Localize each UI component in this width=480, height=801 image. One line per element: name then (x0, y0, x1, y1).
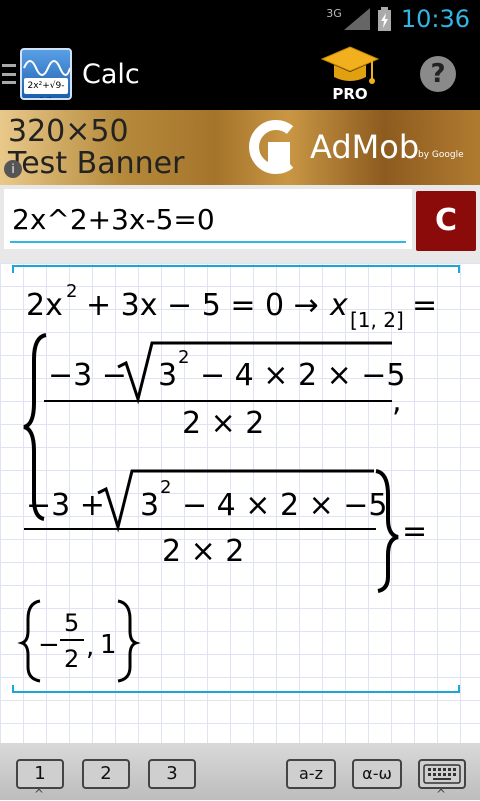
wave-icon (23, 60, 70, 76)
app-title: Calc (82, 58, 140, 90)
admob-logo-icon (249, 120, 294, 174)
answer-num: 5 (64, 609, 79, 637)
app-icon-formula: 2x²+√9-3/2 (24, 78, 68, 98)
system-keyboard-button[interactable] (418, 759, 466, 789)
keyboard-tab-2-label: 2 (100, 763, 112, 784)
keyboard-tab-1[interactable]: 1 (16, 759, 64, 789)
result-bracket-bottom (12, 685, 460, 693)
root1-sep: , (392, 384, 402, 419)
eq-exp: 2 (66, 281, 77, 302)
app-logo-icon[interactable]: 2x²+√9-3/2 (20, 48, 72, 100)
root1-num-left: −3 − (48, 358, 127, 393)
eq-rest: + 3x − 5 = 0 → (86, 288, 319, 323)
answer-sep: , (86, 632, 94, 662)
ad-text: 320×50 Test Banner (8, 116, 184, 180)
root2-rad-base: 3 (140, 488, 159, 523)
answer-second: 1 (100, 630, 117, 660)
ad-line2: Test Banner (8, 146, 185, 181)
input-row: C (0, 185, 480, 263)
keyboard-tab-alpha[interactable]: a-z (286, 759, 336, 789)
root2-rad-rest: − 4 × 2 × −5 (182, 488, 388, 523)
keyboard-tab-2[interactable]: 2 (82, 759, 130, 789)
answer-den: 2 (64, 645, 79, 673)
root1-den: 2 × 2 (182, 406, 264, 441)
root1-rad-rest: − 4 × 2 × −5 (200, 358, 406, 393)
root2-num-left: −3 + (26, 488, 105, 523)
result-area: 2x 2 + 3x − 5 = 0 → x [1, 2] = −3 − 3 2 … (0, 263, 480, 743)
root2-eq: = (402, 514, 427, 549)
network-type: 3G (326, 6, 342, 20)
math-output: 2x 2 + 3x − 5 = 0 → x [1, 2] = −3 − 3 2 … (17, 281, 437, 683)
keyboard-tab-1-label: 1 (34, 763, 46, 784)
action-bar: 2x²+√9-3/2 Calc PRO ? (0, 38, 480, 110)
drawer-menu-icon[interactable] (2, 64, 16, 84)
root2-den: 2 × 2 (162, 534, 244, 569)
pro-label: PRO (332, 85, 368, 103)
graduation-cap-icon (320, 46, 380, 84)
input-underline (10, 241, 406, 243)
keyboard-tab-greek[interactable]: α-ω (352, 759, 402, 789)
eq-var: x (329, 288, 348, 323)
keyboard-selector-bar: 1 ^ 2 3 a-z α-ω ^ (0, 743, 480, 801)
keyboard-tab-alpha-label: a-z (299, 764, 323, 783)
keyboard-tab-3-label: 3 (166, 763, 178, 784)
ad-banner[interactable]: 320×50 Test Banner i AdMob by Google (0, 110, 480, 185)
answer-close-brace (117, 599, 141, 683)
keyboard-tab-greek-label: α-ω (362, 764, 392, 783)
root2-rad-exp: 2 (160, 477, 171, 498)
root1-rad-base: 3 (158, 358, 177, 393)
keyboard-tab-3[interactable]: 3 (148, 759, 196, 789)
keyboard-caret: ^ (436, 787, 447, 801)
status-bar: 3G 10:36 (0, 0, 480, 38)
eq-sub: [1, 2] (350, 308, 404, 332)
ad-line1: 320×50 (8, 114, 129, 149)
eq-coef: 2x (26, 288, 63, 323)
ad-info-icon[interactable]: i (4, 160, 22, 178)
eq-eq: = (412, 288, 437, 323)
signal-icon (343, 8, 370, 30)
pro-button[interactable]: PRO (320, 45, 380, 103)
clock: 10:36 (400, 5, 470, 33)
answer-neg: − (38, 630, 60, 660)
ad-brand: AdMob (310, 128, 420, 166)
active-tab-caret: ^ (34, 787, 45, 801)
battery-icon (377, 7, 391, 31)
ad-by-google: by Google (418, 150, 464, 160)
clear-button[interactable]: C (416, 191, 476, 251)
keyboard-icon (423, 764, 461, 784)
expression-input[interactable] (4, 189, 412, 249)
root1-rad-exp: 2 (178, 347, 189, 368)
help-icon[interactable]: ? (420, 56, 456, 92)
